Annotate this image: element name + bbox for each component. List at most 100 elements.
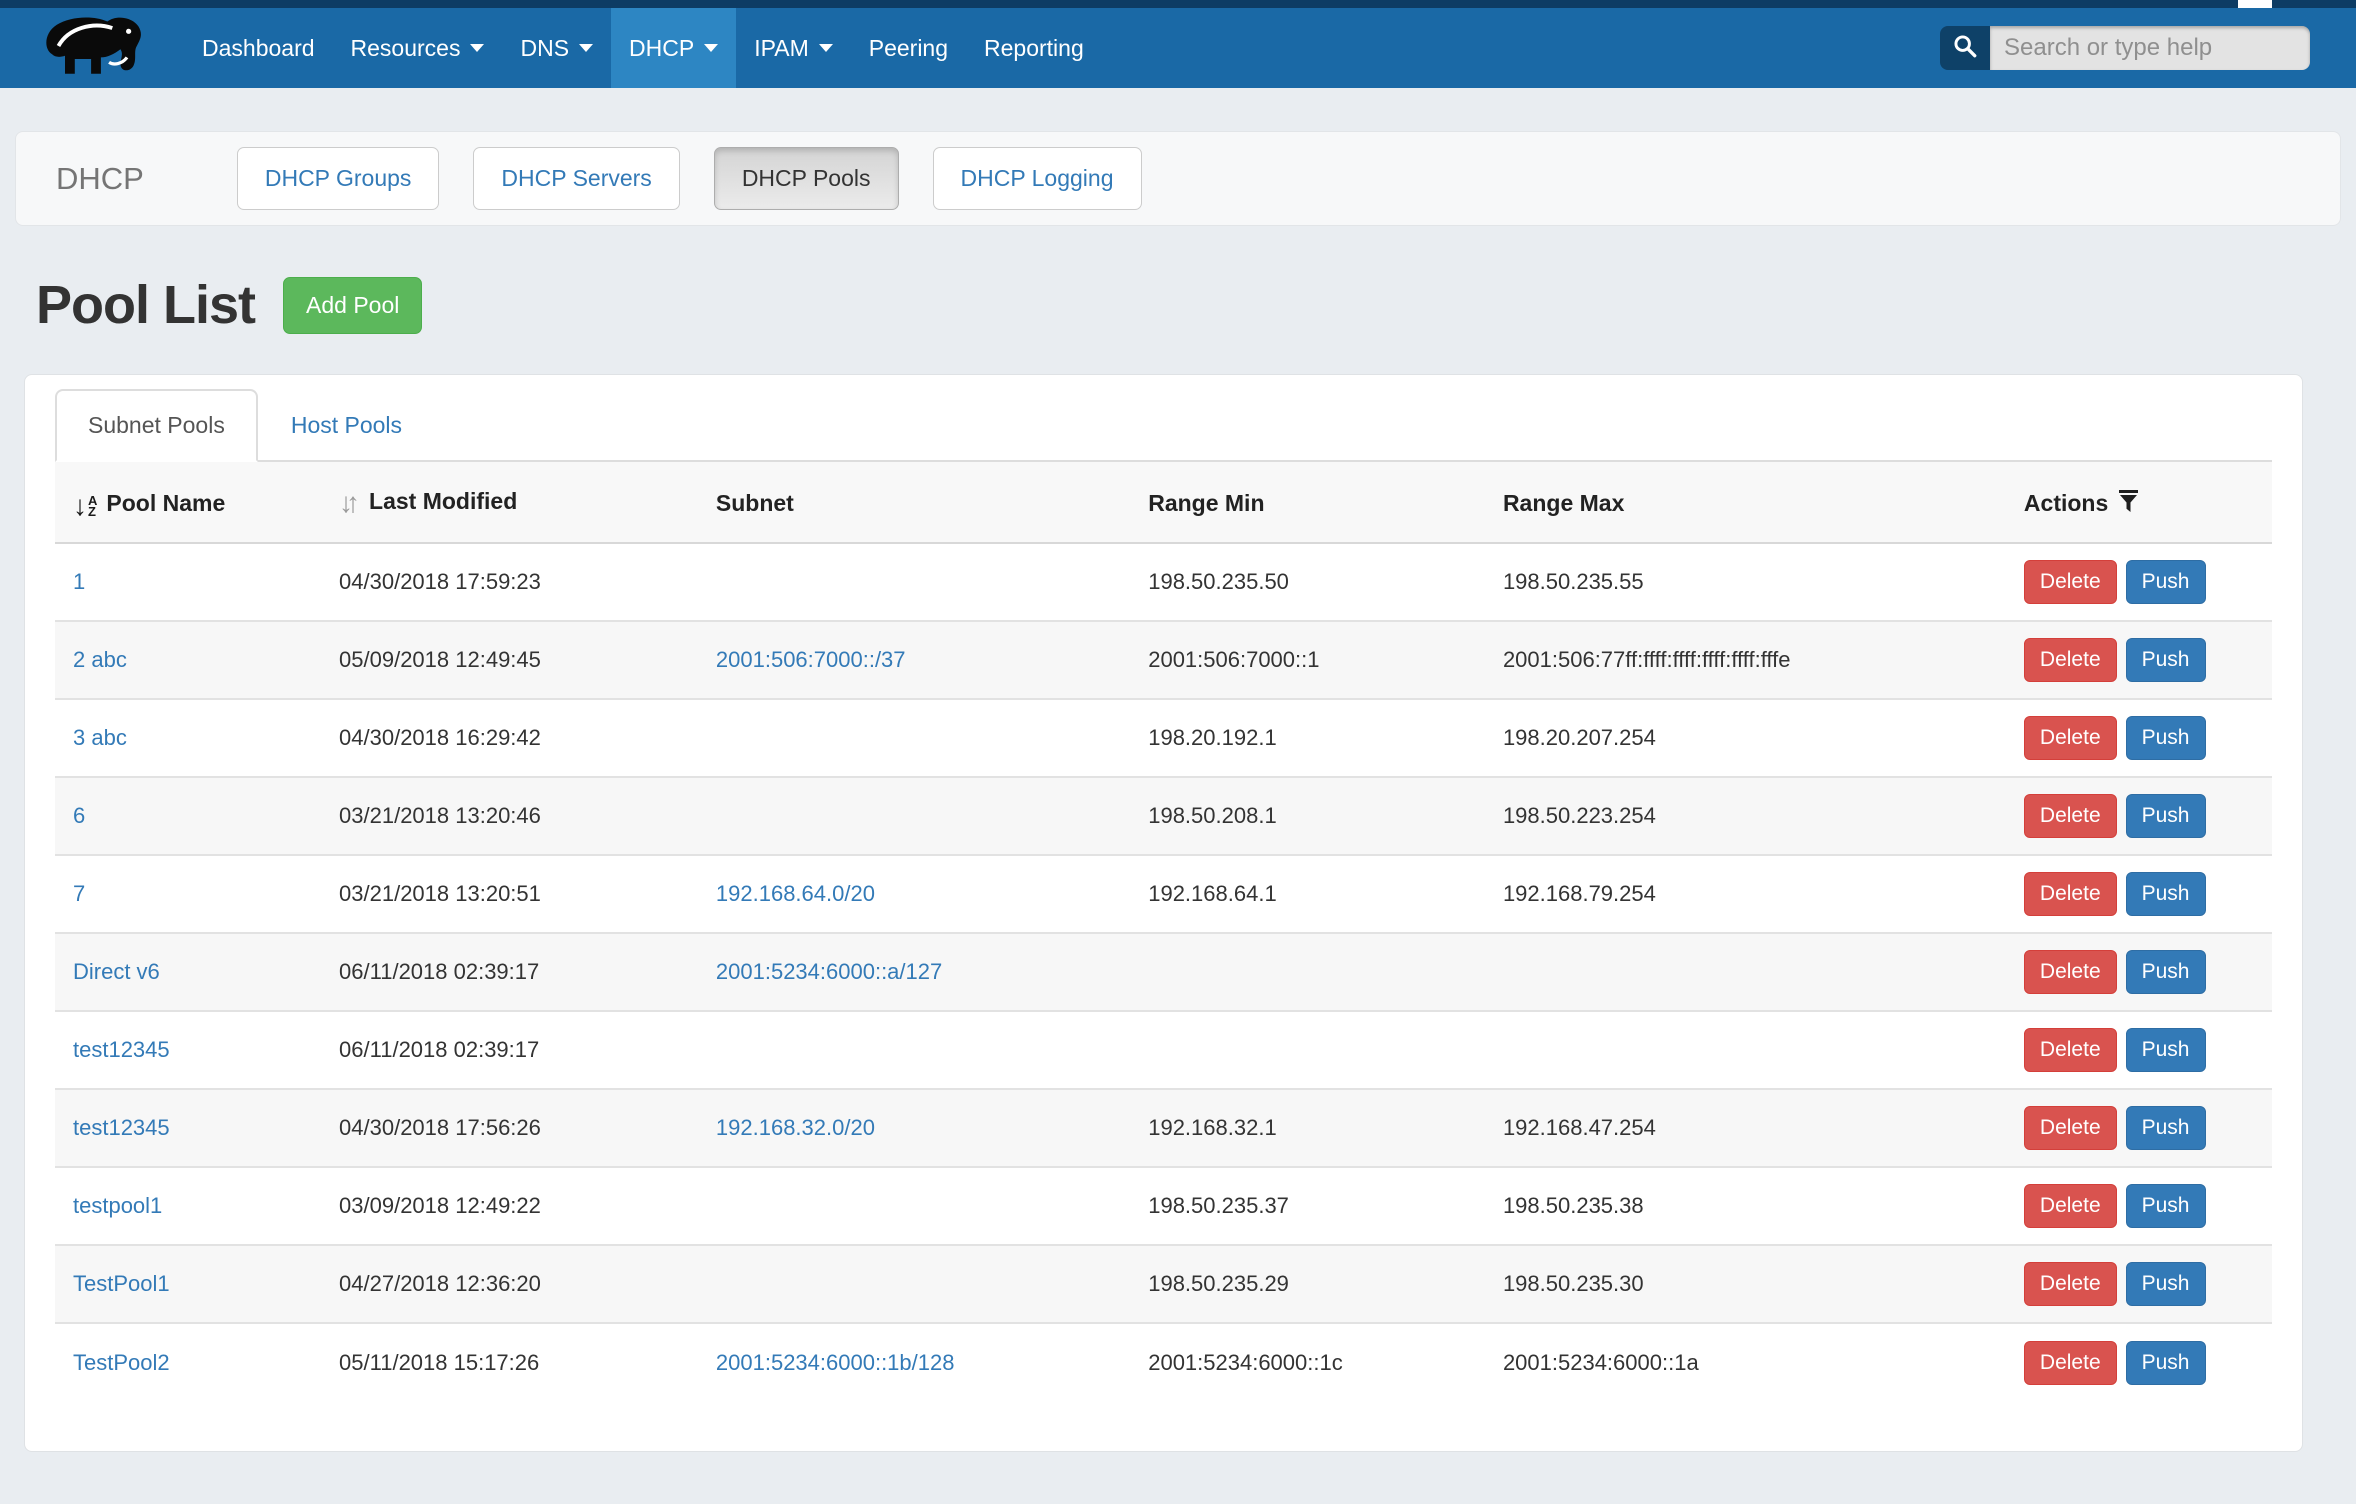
delete-button[interactable]: Delete (2024, 1106, 2117, 1150)
subnet-link[interactable]: 192.168.32.0/20 (716, 1115, 875, 1140)
pool-name-cell: testpool1 (55, 1167, 321, 1245)
range-min-cell: 198.20.192.1 (1130, 699, 1485, 777)
subnet-cell: 192.168.64.0/20 (698, 855, 1130, 933)
pool-name-link[interactable]: TestPool2 (73, 1350, 170, 1375)
search-button[interactable] (1940, 26, 1990, 70)
nav-item-resources[interactable]: Resources (333, 8, 503, 88)
actions-cell: DeletePush (2006, 1011, 2272, 1089)
delete-button[interactable]: Delete (2024, 794, 2117, 838)
delete-button[interactable]: Delete (2024, 638, 2117, 682)
delete-button[interactable]: Delete (2024, 716, 2117, 760)
nav-item-dns[interactable]: DNS (502, 8, 611, 88)
pool-name-cell: 6 (55, 777, 321, 855)
subnav-button-dhcp-pools[interactable]: DHCP Pools (714, 147, 899, 210)
search-input[interactable] (1990, 26, 2310, 70)
subnet-link[interactable]: 192.168.64.0/20 (716, 881, 875, 906)
last-modified-cell: 04/30/2018 17:59:23 (321, 543, 698, 621)
range-min-cell: 198.50.235.29 (1130, 1245, 1485, 1323)
pool-name-link[interactable]: testpool1 (73, 1193, 162, 1218)
push-button[interactable]: Push (2126, 950, 2206, 994)
pool-name-link[interactable]: 7 (73, 881, 85, 906)
delete-button[interactable]: Delete (2024, 1262, 2117, 1306)
table-row: testpool103/09/2018 12:49:22198.50.235.3… (55, 1167, 2272, 1245)
column-header-actions: Actions (2006, 462, 2272, 543)
nav-item-peering[interactable]: Peering (851, 8, 966, 88)
pool-name-link[interactable]: 3 abc (73, 725, 127, 750)
sort-toggle-icon[interactable]: ↓↑ (339, 487, 353, 518)
add-pool-button[interactable]: Add Pool (283, 277, 422, 334)
subnet-cell: 192.168.32.0/20 (698, 1089, 1130, 1167)
nav-item-dashboard[interactable]: Dashboard (184, 8, 333, 88)
subnet-cell: 2001:506:7000::/37 (698, 621, 1130, 699)
push-button[interactable]: Push (2126, 1341, 2206, 1385)
nav-item-dhcp[interactable]: DHCP (611, 8, 736, 88)
push-button[interactable]: Push (2126, 560, 2206, 604)
push-button[interactable]: Push (2126, 1028, 2206, 1072)
sort-alpha-asc-icon[interactable]: ↓AZ (73, 495, 97, 517)
subnav-button-dhcp-servers[interactable]: DHCP Servers (473, 147, 679, 210)
range-min-cell: 192.168.64.1 (1130, 855, 1485, 933)
subnet-cell (698, 777, 1130, 855)
tab-host-pools[interactable]: Host Pools (258, 389, 435, 462)
pool-name-link[interactable]: 2 abc (73, 647, 127, 672)
range-min-cell (1130, 1011, 1485, 1089)
subnav-button-dhcp-groups[interactable]: DHCP Groups (237, 147, 440, 210)
last-modified-cell: 06/11/2018 02:39:17 (321, 1011, 698, 1089)
push-button[interactable]: Push (2126, 872, 2206, 916)
delete-button[interactable]: Delete (2024, 950, 2117, 994)
pool-name-link[interactable]: test12345 (73, 1037, 170, 1062)
range-min-cell: 198.50.208.1 (1130, 777, 1485, 855)
pool-name-cell: 1 (55, 543, 321, 621)
pool-name-link[interactable]: Direct v6 (73, 959, 160, 984)
range-min-cell: 198.50.235.50 (1130, 543, 1485, 621)
subnav-button-dhcp-logging[interactable]: DHCP Logging (933, 147, 1142, 210)
pool-name-cell: TestPool2 (55, 1323, 321, 1401)
subnet-cell: 2001:5234:6000::a/127 (698, 933, 1130, 1011)
range-min-cell (1130, 933, 1485, 1011)
tab-subnet-pools[interactable]: Subnet Pools (55, 389, 258, 462)
subnet-link[interactable]: 2001:506:7000::/37 (716, 647, 906, 672)
pool-name-cell: TestPool1 (55, 1245, 321, 1323)
column-header-last-modified: ↓↑Last Modified (321, 462, 698, 543)
pool-name-link[interactable]: TestPool1 (73, 1271, 170, 1296)
table-row: Direct v606/11/2018 02:39:172001:5234:60… (55, 933, 2272, 1011)
actions-cell: DeletePush (2006, 699, 2272, 777)
range-max-cell: 2001:506:77ff:ffff:ffff:ffff:ffff:fffe (1485, 621, 2006, 699)
push-button[interactable]: Push (2126, 1262, 2206, 1306)
pool-name-cell: 7 (55, 855, 321, 933)
table-row: test12345 06/11/2018 02:39:17 DeletePush (55, 1011, 2272, 1089)
nav-item-ipam[interactable]: IPAM (736, 8, 851, 88)
down-arrow-icon: ↓ (73, 495, 87, 517)
pool-name-cell: test12345 (55, 1011, 321, 1089)
row-action-buttons: DeletePush (2024, 638, 2254, 682)
nav-item-reporting[interactable]: Reporting (966, 8, 1102, 88)
pool-name-link[interactable]: 1 (73, 569, 85, 594)
pool-name-link[interactable]: 6 (73, 803, 85, 828)
push-button[interactable]: Push (2126, 638, 2206, 682)
delete-button[interactable]: Delete (2024, 1341, 2117, 1385)
delete-button[interactable]: Delete (2024, 872, 2117, 916)
subnet-link[interactable]: 2001:5234:6000::1b/128 (716, 1350, 955, 1375)
brand-logo[interactable] (38, 15, 154, 82)
push-button[interactable]: Push (2126, 1106, 2206, 1150)
range-max-cell (1485, 1011, 2006, 1089)
delete-button[interactable]: Delete (2024, 1028, 2117, 1072)
row-action-buttons: DeletePush (2024, 872, 2254, 916)
pool-list-card: Subnet PoolsHost Pools ↓AZPool Name↓↑Las… (24, 374, 2303, 1452)
push-button[interactable]: Push (2126, 794, 2206, 838)
push-button[interactable]: Push (2126, 716, 2206, 760)
column-header-pool-name: ↓AZPool Name (55, 462, 321, 543)
delete-button[interactable]: Delete (2024, 1184, 2117, 1228)
row-action-buttons: DeletePush (2024, 1341, 2254, 1385)
column-label: Subnet (716, 490, 794, 516)
pool-name-link[interactable]: test12345 (73, 1115, 170, 1140)
filter-icon[interactable] (2108, 490, 2139, 516)
delete-button[interactable]: Delete (2024, 560, 2117, 604)
range-min-cell: 2001:5234:6000::1c (1130, 1323, 1485, 1401)
subnet-link[interactable]: 2001:5234:6000::a/127 (716, 959, 942, 984)
push-button[interactable]: Push (2126, 1184, 2206, 1228)
dhcp-section-buttons: DHCP Groups DHCP Servers DHCP Pools DHCP Lo… (237, 147, 1176, 210)
pool-name-cell: test12345 (55, 1089, 321, 1167)
range-max-cell: 2001:5234:6000::1a (1485, 1323, 2006, 1401)
subnet-cell: 2001:5234:6000::1b/128 (698, 1323, 1130, 1401)
